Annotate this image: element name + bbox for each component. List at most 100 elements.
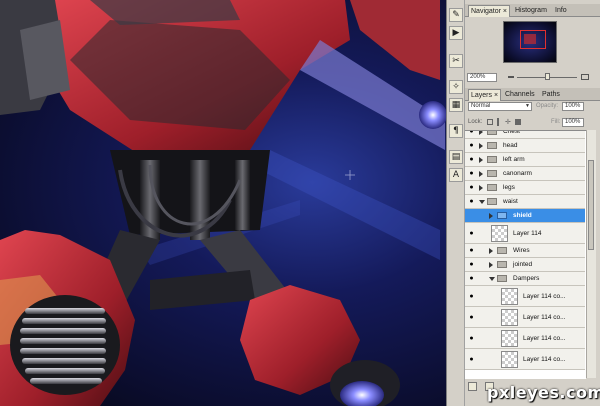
zoom-out-icon[interactable]: [508, 76, 514, 78]
eye-icon[interactable]: ●: [467, 293, 476, 300]
layer-comps-icon[interactable]: ▤: [449, 150, 463, 164]
paragraph-icon[interactable]: ¶: [449, 124, 463, 138]
eye-icon[interactable]: ●: [467, 170, 476, 177]
collapsed-triangle-icon[interactable]: [479, 143, 483, 149]
collapsed-triangle-icon[interactable]: [489, 262, 493, 268]
zoom-slider-thumb[interactable]: [545, 73, 550, 80]
panels-dock: Navigator × Histogram Info 200% Layers ×…: [465, 0, 600, 406]
expanded-triangle-icon[interactable]: [479, 200, 485, 204]
tab-channels[interactable]: Channels: [503, 89, 537, 100]
folder-icon: [487, 142, 497, 149]
history-brush-icon[interactable]: ✎: [449, 8, 463, 22]
layer-row[interactable]: ● Layer 114 co...: [465, 328, 585, 349]
crop-tool-icon[interactable]: ✂: [449, 54, 463, 68]
close-icon[interactable]: ×: [494, 92, 498, 99]
close-icon[interactable]: ×: [503, 8, 507, 15]
character-icon[interactable]: A: [449, 168, 463, 182]
eye-icon[interactable]: ●: [467, 131, 476, 135]
collapsed-triangle-icon[interactable]: [479, 131, 483, 135]
tab-info[interactable]: Info: [553, 5, 569, 16]
eye-icon[interactable]: ●: [467, 198, 476, 205]
layer-row[interactable]: ● Layer 114 co...: [465, 349, 585, 370]
eye-icon[interactable]: ●: [467, 247, 476, 254]
folder-icon: [487, 156, 497, 163]
blend-mode-select[interactable]: Normal ▼: [468, 102, 532, 111]
tab-navigator[interactable]: Navigator ×: [468, 5, 511, 17]
collapsed-triangle-icon[interactable]: [479, 157, 483, 163]
layer-thumbnail: [491, 225, 508, 242]
eye-icon[interactable]: ●: [467, 142, 476, 149]
eye-icon[interactable]: ●: [467, 356, 476, 363]
eye-icon[interactable]: ●: [467, 275, 476, 282]
layer-group-row[interactable]: ● head: [465, 139, 585, 153]
lock-transparent-icon[interactable]: [487, 119, 493, 125]
layer-name: left arm: [503, 156, 525, 163]
eye-icon[interactable]: ●: [467, 156, 476, 163]
collapsed-triangle-icon[interactable]: [489, 248, 493, 254]
collapsed-triangle-icon[interactable]: [489, 213, 493, 219]
eye-icon[interactable]: ●: [467, 314, 476, 321]
layer-group-row[interactable]: ● Dampers: [465, 272, 585, 286]
layer-name: legs: [503, 184, 515, 191]
layer-name: waist: [503, 198, 518, 205]
layers-tabs: Layers × Channels Paths: [465, 88, 600, 101]
layer-group-row[interactable]: ● legs: [465, 181, 585, 195]
layer-group-row[interactable]: ● jointed: [465, 258, 585, 272]
navigator-panel: Navigator × Histogram Info 200%: [465, 4, 600, 84]
folder-icon: [497, 212, 507, 219]
layer-row[interactable]: ● Layer 114: [465, 223, 585, 244]
eye-icon[interactable]: ●: [467, 261, 476, 268]
layer-name: Dampers: [513, 275, 540, 282]
layer-name: head: [503, 142, 518, 149]
layers-scrollbar[interactable]: [586, 130, 596, 378]
fill-label: Fill:: [551, 119, 561, 125]
lock-pixels-icon[interactable]: [497, 118, 503, 126]
layer-name: jointed: [513, 261, 533, 268]
layer-name: Layer 114 co...: [523, 335, 566, 342]
opacity-label: Opacity:: [536, 103, 559, 109]
layer-group-row[interactable]: ● canonarm: [465, 167, 585, 181]
tab-histogram[interactable]: Histogram: [513, 5, 549, 16]
document-canvas[interactable]: [0, 0, 446, 406]
layer-group-row[interactable]: shield: [465, 209, 585, 223]
actions-play-icon[interactable]: ▶: [449, 26, 463, 40]
layer-name: Wires: [513, 247, 530, 254]
fill-field[interactable]: 100%: [562, 118, 584, 127]
lock-all-icon[interactable]: [515, 119, 521, 125]
expanded-triangle-icon[interactable]: [489, 277, 495, 281]
layer-group-row[interactable]: ● Wires: [465, 244, 585, 258]
layer-name: Layer 114: [513, 230, 542, 237]
swatches-icon[interactable]: ▦: [449, 98, 463, 112]
layer-row[interactable]: ● Layer 114 co...: [465, 286, 585, 307]
layer-name: Chest: [503, 130, 520, 135]
tab-paths[interactable]: Paths: [540, 89, 562, 100]
tab-layers[interactable]: Layers ×: [468, 89, 502, 101]
brush-presets-icon[interactable]: ✧: [449, 80, 463, 94]
eye-icon[interactable]: ●: [467, 230, 476, 237]
lock-label: Lock:: [468, 119, 483, 125]
link-layers-icon[interactable]: [468, 382, 477, 391]
layer-name: Layer 114 co...: [523, 356, 566, 363]
folder-icon: [497, 275, 507, 282]
eye-icon[interactable]: [467, 212, 476, 219]
lock-position-icon[interactable]: ✛: [505, 119, 511, 126]
collapsed-triangle-icon[interactable]: [479, 171, 483, 177]
robot-artwork: [0, 0, 446, 406]
folder-icon: [487, 131, 497, 135]
scrollbar-thumb[interactable]: [588, 160, 594, 250]
layer-group-row[interactable]: ● Chest: [465, 130, 585, 139]
layer-row[interactable]: ● Layer 114 co...: [465, 307, 585, 328]
zoom-field[interactable]: 200%: [467, 73, 497, 82]
panel-dock-strip: ✎ ▶ ✂ ✧ ▦ ¶ ▤ A: [446, 0, 465, 406]
layers-panel: Layers × Channels Paths Normal ▼ Opacity…: [465, 88, 600, 406]
folder-icon: [487, 198, 497, 205]
layer-group-row[interactable]: ● left arm: [465, 153, 585, 167]
eye-icon[interactable]: ●: [467, 335, 476, 342]
zoom-in-icon[interactable]: [581, 74, 589, 80]
eye-icon[interactable]: ●: [467, 184, 476, 191]
collapsed-triangle-icon[interactable]: [479, 185, 483, 191]
opacity-field[interactable]: 100%: [562, 102, 584, 111]
navigator-preview[interactable]: [503, 21, 557, 63]
layer-group-row[interactable]: ● waist: [465, 195, 585, 209]
layer-name: canonarm: [503, 170, 532, 177]
